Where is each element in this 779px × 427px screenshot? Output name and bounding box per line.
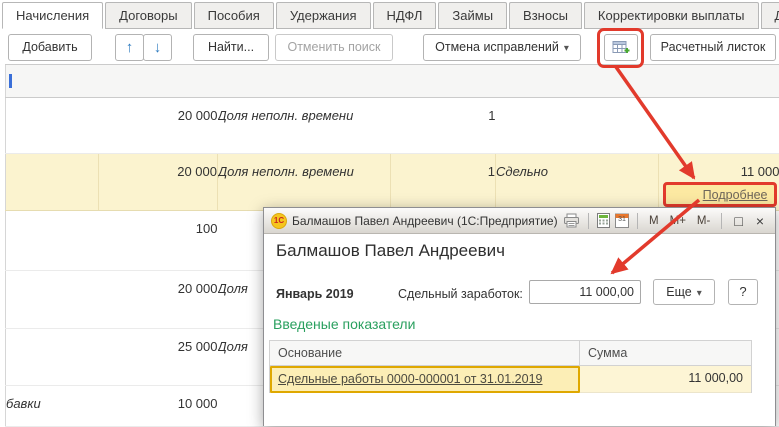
employee-name-heading: Балмашов Павел Андреевич	[276, 241, 505, 261]
chevron-down-icon: ▾	[564, 43, 569, 54]
window-titlebar[interactable]: 1С Балмашов Павел Андреевич (1С:Предприя…	[264, 208, 775, 234]
more-button[interactable]: Еще ▾	[653, 279, 715, 305]
qty-cell: 1	[391, 154, 496, 211]
tab-vznosy[interactable]: Взносы	[509, 2, 582, 29]
titlebar-separator	[588, 213, 589, 229]
employee-detail-window: 1С Балмашов Павел Андреевич (1С:Предприя…	[263, 207, 776, 426]
name-cell: бавки	[6, 386, 99, 427]
more-label: Еще	[666, 285, 691, 299]
share-cell: Доля неполн. времени	[218, 98, 391, 154]
find-button[interactable]: Найти...	[193, 34, 269, 61]
memory-plus-button[interactable]: M+	[667, 211, 689, 231]
table-row[interactable]: 20 000 Доля неполн. времени 1	[6, 98, 779, 154]
chevron-down-icon: ▾	[697, 288, 702, 299]
amount-cell: 25 000	[99, 329, 218, 386]
method-cell: Сдельно	[496, 154, 659, 211]
close-icon[interactable]: ×	[752, 211, 768, 231]
memory-button[interactable]: M	[646, 211, 662, 231]
annotation-box-details: Подробнее	[663, 182, 777, 207]
details-link[interactable]: Подробнее	[703, 188, 768, 202]
add-button[interactable]: Добавить	[8, 34, 92, 61]
table-row-selected[interactable]: 20 000 Доля неполн. времени 1 Сдельно 11…	[6, 154, 779, 211]
calendar-icon[interactable]: 31	[615, 211, 629, 231]
memory-minus-button[interactable]: M-	[694, 211, 713, 231]
tab-dogovory[interactable]: Договоры	[105, 2, 191, 29]
basis-column-header[interactable]: Основание	[270, 341, 580, 365]
amount-cell: 10 000	[99, 386, 218, 427]
titlebar-separator	[721, 213, 722, 229]
titlebar-separator	[637, 213, 638, 229]
amount-cell: 100	[99, 211, 218, 271]
sum-cell: 11 000,00	[580, 366, 751, 393]
sum-column-header[interactable]: Сумма	[580, 341, 751, 365]
tab-ndfl[interactable]: НДФЛ	[373, 2, 437, 29]
payslip-button[interactable]: Расчетный листок	[650, 34, 776, 61]
print-icon[interactable]	[563, 211, 580, 231]
maximize-button[interactable]: □	[730, 211, 746, 231]
undo-corrections-button[interactable]: Отмена исправлений ▾	[423, 34, 581, 61]
entered-indicators-title: Введеные показатели	[273, 316, 415, 332]
period-label: Январь 2019	[276, 282, 354, 306]
amount-cell: 20 000	[99, 154, 218, 211]
tab-zaimy[interactable]: Займы	[438, 2, 507, 29]
show-details-button[interactable]	[604, 34, 638, 61]
window-title: Балмашов Павел Андреевич (1С:Предприятие…	[292, 214, 558, 228]
move-up-button[interactable]: ↑	[115, 34, 144, 61]
basis-document-link[interactable]: Сдельные работы 0000-000001 от 31.01.201…	[278, 372, 543, 386]
tab-uderzhaniya[interactable]: Удержания	[276, 2, 371, 29]
tab-strip: Начисления Договоры Пособия Удержания НД…	[2, 2, 779, 29]
tab-korrektirovki[interactable]: Корректировки выплаты	[584, 2, 759, 29]
move-down-button[interactable]: ↓	[143, 34, 172, 61]
undo-corrections-label: Отмена исправлений	[435, 40, 559, 54]
table-plus-icon	[612, 40, 630, 56]
indicators-table: Основание Сумма Сдельные работы 0000-000…	[269, 340, 752, 393]
amount-cell: 20 000	[99, 271, 218, 329]
cancel-search-button[interactable]: Отменить поиск	[275, 34, 393, 61]
total-value: 11 000	[741, 164, 779, 179]
amount-cell: 20 000	[99, 98, 218, 154]
tab-nachisleniya[interactable]: Начисления	[2, 2, 103, 29]
share-cell: Доля неполн. времени	[218, 154, 391, 211]
qty-cell: 1	[391, 98, 496, 154]
total-cell: 11 000 Подробнее	[659, 154, 779, 211]
indicators-table-header: Основание Сумма	[270, 341, 751, 366]
tab-posobiya[interactable]: Пособия	[194, 2, 274, 29]
basis-cell[interactable]: Сдельные работы 0000-000001 от 31.01.201…	[270, 366, 580, 393]
header-marker	[9, 74, 12, 88]
calendar-day-label: 31	[615, 216, 629, 223]
help-button[interactable]: ?	[728, 279, 758, 305]
1c-logo-icon: 1С	[271, 213, 287, 229]
table-header-row	[6, 65, 779, 98]
piecework-earnings-input[interactable]	[529, 280, 641, 304]
tab-donachisleniya[interactable]: Доначисления,	[761, 2, 779, 29]
indicators-table-row[interactable]: Сдельные работы 0000-000001 от 31.01.201…	[270, 366, 751, 393]
calculator-icon[interactable]	[597, 211, 610, 231]
piecework-earnings-label: Сдельный заработок:	[398, 282, 523, 306]
